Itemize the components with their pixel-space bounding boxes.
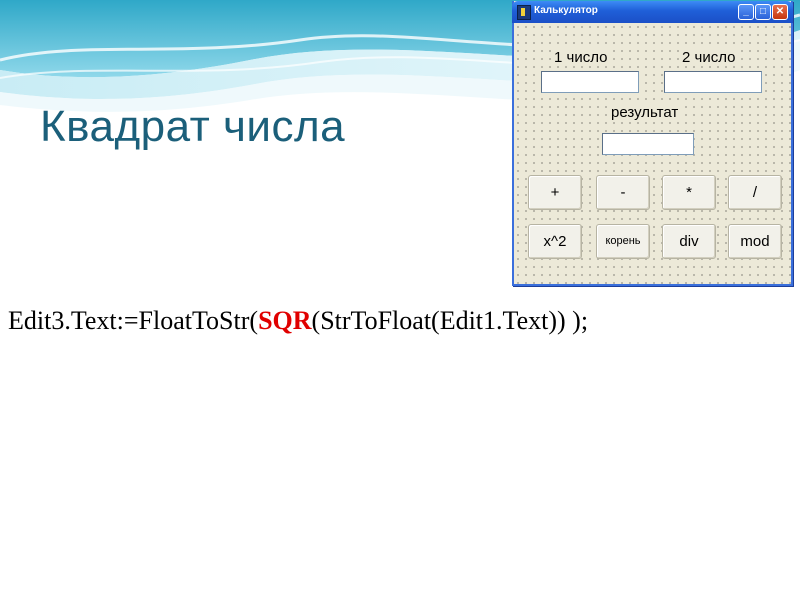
close-button[interactable]: ✕	[772, 4, 788, 20]
minus-button[interactable]: -	[596, 175, 650, 210]
multiply-button[interactable]: *	[662, 175, 716, 210]
calculator-window: Калькулятор _ □ ✕ 1 число 2 число резуль…	[512, 1, 793, 286]
code-keyword-sqr: SQR	[258, 306, 312, 335]
code-suffix: (StrToFloat(Edit1.Text)) );	[311, 306, 589, 335]
maximize-button[interactable]: □	[755, 4, 771, 20]
app-icon[interactable]	[517, 5, 531, 20]
code-prefix: Edit3.Text:=FloatToStr(	[8, 306, 259, 335]
form-client-area: 1 число 2 число результат + - * / x^2 ко…	[514, 23, 791, 284]
divide-button[interactable]: /	[728, 175, 782, 210]
div-button[interactable]: div	[662, 224, 716, 259]
edit1-input[interactable]	[541, 71, 639, 93]
plus-button[interactable]: +	[528, 175, 582, 210]
window-title: Калькулятор	[534, 5, 598, 16]
window-titlebar[interactable]: Калькулятор _ □ ✕	[512, 1, 793, 23]
label-first-number: 1 число	[552, 49, 610, 66]
square-button[interactable]: x^2	[528, 224, 582, 259]
label-second-number: 2 число	[680, 49, 738, 66]
mod-button[interactable]: mod	[728, 224, 782, 259]
root-button[interactable]: корень	[596, 224, 650, 259]
label-result: результат	[609, 104, 681, 121]
slide-title: Квадрат числа	[40, 102, 346, 151]
minimize-button[interactable]: _	[738, 4, 754, 20]
edit2-input[interactable]	[664, 71, 762, 93]
edit3-result-input[interactable]	[602, 133, 694, 155]
code-line: Edit3.Text:=FloatToStr(SQR(StrToFloat(Ed…	[8, 306, 588, 336]
